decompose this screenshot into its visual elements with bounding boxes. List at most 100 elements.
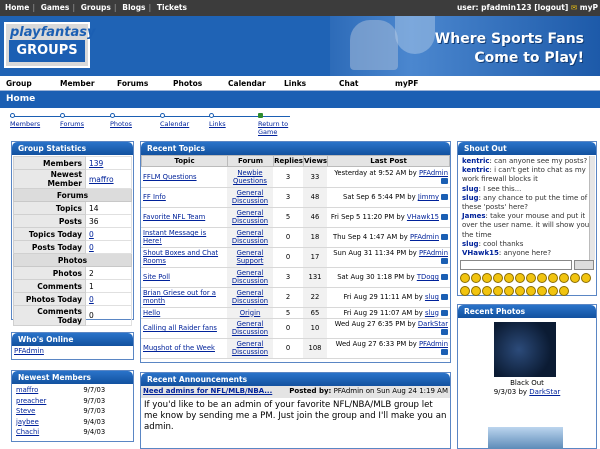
shout-user[interactable]: James: [462, 212, 486, 220]
member-link[interactable]: jaybee: [16, 418, 39, 426]
last-post-author-link[interactable]: Jimmy: [418, 193, 439, 201]
menu-chat[interactable]: Chat: [339, 79, 359, 88]
myp-link[interactable]: myP: [580, 3, 598, 12]
topic-link[interactable]: Instant Message is Here!: [143, 229, 206, 245]
menu-mypf[interactable]: myPF: [395, 79, 418, 88]
forum-link[interactable]: Newbie Questions: [233, 169, 267, 185]
members-count-link[interactable]: 139: [89, 159, 103, 168]
smiley-icon[interactable]: [482, 286, 492, 296]
last-post-author-link[interactable]: PFAdmin: [419, 169, 448, 177]
photo-thumbnail[interactable]: [488, 427, 563, 449]
global-nav-games[interactable]: Games: [38, 3, 73, 12]
user-logout-link[interactable]: user: pfadmin123 [logout]: [457, 3, 568, 12]
topics-today-link[interactable]: 0: [89, 230, 94, 239]
smiley-icon[interactable]: [537, 286, 547, 296]
forum-link[interactable]: General Discussion: [232, 229, 268, 245]
go-to-post-icon[interactable]: [441, 258, 448, 264]
topic-link[interactable]: FFLM Questions: [143, 173, 197, 181]
member-link[interactable]: Chachi: [16, 428, 39, 436]
last-post-author-link[interactable]: DarkStar: [418, 320, 448, 328]
smiley-icon[interactable]: [504, 286, 514, 296]
smiley-icon[interactable]: [504, 273, 514, 283]
smiley-icon[interactable]: [559, 286, 569, 296]
last-post-author-link[interactable]: PFAdmin: [419, 340, 448, 348]
global-nav-tickets[interactable]: Tickets: [154, 3, 190, 12]
member-link[interactable]: preacher: [16, 397, 46, 405]
shout-user[interactable]: kentric: [462, 157, 490, 165]
go-to-post-icon[interactable]: [441, 177, 448, 184]
forum-link[interactable]: Origin: [240, 309, 261, 317]
forum-link[interactable]: General Discussion: [232, 289, 268, 305]
go-to-post-icon[interactable]: [441, 214, 448, 220]
subnav-photos[interactable]: Photos: [110, 113, 132, 128]
forum-link[interactable]: General Discussion: [232, 269, 268, 285]
smiley-icon[interactable]: [537, 273, 547, 283]
topic-link[interactable]: Site Poll: [143, 273, 170, 281]
smiley-icon[interactable]: [548, 273, 558, 283]
subnav-return-to-game[interactable]: Return to Game: [258, 113, 296, 136]
shout-user[interactable]: slug: [462, 194, 479, 202]
last-post-author-link[interactable]: VHawk15: [407, 213, 439, 221]
member-link[interactable]: Steve: [16, 407, 35, 415]
last-post-author-link[interactable]: TDogg: [417, 273, 439, 281]
subnav-members[interactable]: Members: [10, 113, 40, 128]
forum-link[interactable]: General Support: [237, 249, 264, 265]
site-logo[interactable]: playfantasy GROUPS: [4, 22, 96, 68]
go-to-post-icon[interactable]: [441, 274, 448, 280]
shout-user[interactable]: VHawk15: [462, 249, 499, 257]
forum-link[interactable]: General Discussion: [232, 340, 268, 356]
smiley-icon[interactable]: [526, 273, 536, 283]
smiley-icon[interactable]: [471, 286, 481, 296]
menu-group[interactable]: Group: [6, 79, 32, 88]
last-post-author-link[interactable]: PFAdmin: [419, 249, 448, 257]
photos-today-link[interactable]: 0: [89, 295, 94, 304]
smiley-icon[interactable]: [460, 273, 470, 283]
menu-links[interactable]: Links: [284, 79, 306, 88]
smiley-icon[interactable]: [559, 273, 569, 283]
menu-photos[interactable]: Photos: [173, 79, 202, 88]
announcement-subject-link[interactable]: Need admins for NFL/MLB/NBA...: [143, 387, 272, 395]
topic-link[interactable]: Brian Griese out for a month: [143, 289, 216, 305]
topic-link[interactable]: Hello: [143, 309, 160, 317]
smiley-icon[interactable]: [515, 273, 525, 283]
smiley-icon[interactable]: [515, 286, 525, 296]
go-to-post-icon[interactable]: [441, 194, 448, 200]
subnav-calendar[interactable]: Calendar: [160, 113, 189, 128]
global-nav-groups[interactable]: Groups: [78, 3, 114, 12]
chat-scrollbar[interactable]: [589, 156, 595, 260]
photo-author-link[interactable]: DarkStar: [529, 388, 560, 396]
smiley-icon[interactable]: [548, 286, 558, 296]
go-to-post-icon[interactable]: [441, 309, 448, 316]
smiley-icon[interactable]: [471, 273, 481, 283]
smiley-icon[interactable]: [581, 273, 591, 283]
global-nav-home[interactable]: Home: [2, 3, 32, 12]
go-to-post-icon[interactable]: [441, 329, 448, 335]
go-to-post-icon[interactable]: [441, 234, 448, 240]
smiley-icon[interactable]: [570, 273, 580, 283]
subnav-forums[interactable]: Forums: [60, 113, 84, 128]
topic-link[interactable]: Calling all Raider fans: [143, 324, 217, 332]
forum-link[interactable]: General Discussion: [232, 209, 268, 225]
mail-icon[interactable]: ✉: [571, 3, 577, 12]
go-to-post-icon[interactable]: [441, 349, 448, 355]
global-nav-blogs[interactable]: Blogs: [119, 3, 148, 12]
topic-link[interactable]: Shout Boxes and Chat Rooms: [143, 249, 218, 265]
smiley-icon[interactable]: [526, 286, 536, 296]
smiley-icon[interactable]: [493, 273, 503, 283]
topic-link[interactable]: FF Info: [143, 193, 166, 201]
shout-user[interactable]: slug: [462, 185, 479, 193]
shout-input[interactable]: [460, 260, 572, 270]
forum-link[interactable]: General Discussion: [232, 320, 268, 336]
photo-thumbnail[interactable]: [494, 322, 556, 377]
menu-forums[interactable]: Forums: [117, 79, 148, 88]
topic-link[interactable]: Favorite NFL Team: [143, 213, 205, 221]
smiley-icon[interactable]: [482, 273, 492, 283]
newest-member-link[interactable]: maffro: [89, 175, 114, 184]
menu-member[interactable]: Member: [60, 79, 95, 88]
shout-send-button[interactable]: [574, 260, 594, 270]
shout-user[interactable]: kentric: [462, 166, 490, 174]
go-to-post-icon[interactable]: [441, 294, 448, 300]
last-post-author-link[interactable]: PFAdmin: [410, 233, 439, 241]
menu-calendar[interactable]: Calendar: [228, 79, 266, 88]
smiley-icon[interactable]: [493, 286, 503, 296]
